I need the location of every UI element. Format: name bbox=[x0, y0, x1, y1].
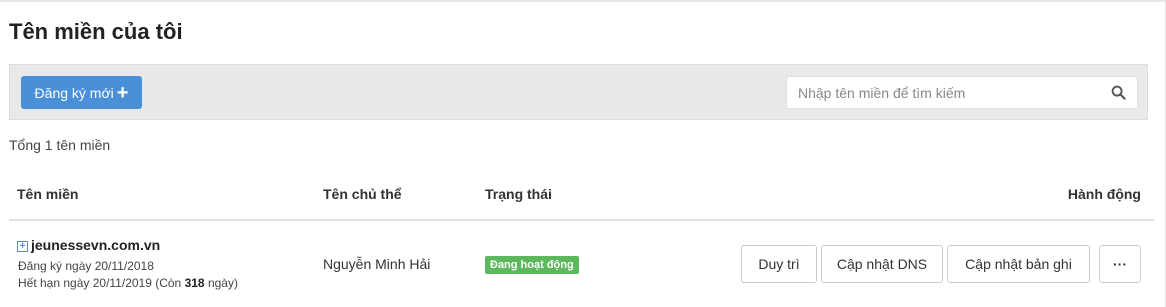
expiry-prefix: Hết hạn ngày 20/11/2019 (Còn bbox=[18, 276, 185, 290]
domain-name: jeunessevn.com.vn bbox=[31, 237, 161, 253]
page-title: Tên miền của tôi bbox=[9, 19, 183, 44]
column-header-domain: Tên miền bbox=[17, 186, 79, 202]
column-header-owner: Tên chủ thể bbox=[323, 186, 402, 202]
expiry-suffix: ngày) bbox=[204, 276, 238, 290]
more-actions-button[interactable]: ··· bbox=[1099, 245, 1141, 283]
search-box bbox=[786, 76, 1138, 109]
update-dns-button[interactable]: Cập nhật DNS bbox=[821, 245, 943, 283]
expand-icon[interactable]: + bbox=[17, 241, 28, 252]
toolbar: Đăng ký mới + bbox=[9, 64, 1148, 120]
owner-name: Nguyễn Minh Hải bbox=[323, 256, 431, 272]
expiry-info: Hết hạn ngày 20/11/2019 (Còn 318 ngày) bbox=[18, 276, 238, 290]
status-badge: Đang hoạt động bbox=[485, 256, 579, 274]
column-header-actions: Hành động bbox=[1067, 186, 1141, 202]
register-new-button[interactable]: Đăng ký mới + bbox=[21, 76, 142, 109]
search-icon[interactable] bbox=[1111, 85, 1126, 100]
days-left: 318 bbox=[184, 276, 205, 290]
total-count: Tổng 1 tên miền bbox=[9, 137, 111, 153]
top-border bbox=[0, 0, 1166, 2]
registration-date: Đăng ký ngày 20/11/2018 bbox=[18, 259, 154, 273]
plus-icon: + bbox=[116, 81, 129, 104]
register-new-label: Đăng ký mới bbox=[34, 84, 114, 101]
header-divider bbox=[9, 219, 1154, 221]
search-input[interactable] bbox=[787, 77, 1097, 108]
update-record-button[interactable]: Cập nhật bản ghi bbox=[947, 245, 1090, 283]
column-header-status: Trạng thái bbox=[485, 186, 552, 202]
renew-button[interactable]: Duy trì bbox=[741, 245, 817, 283]
